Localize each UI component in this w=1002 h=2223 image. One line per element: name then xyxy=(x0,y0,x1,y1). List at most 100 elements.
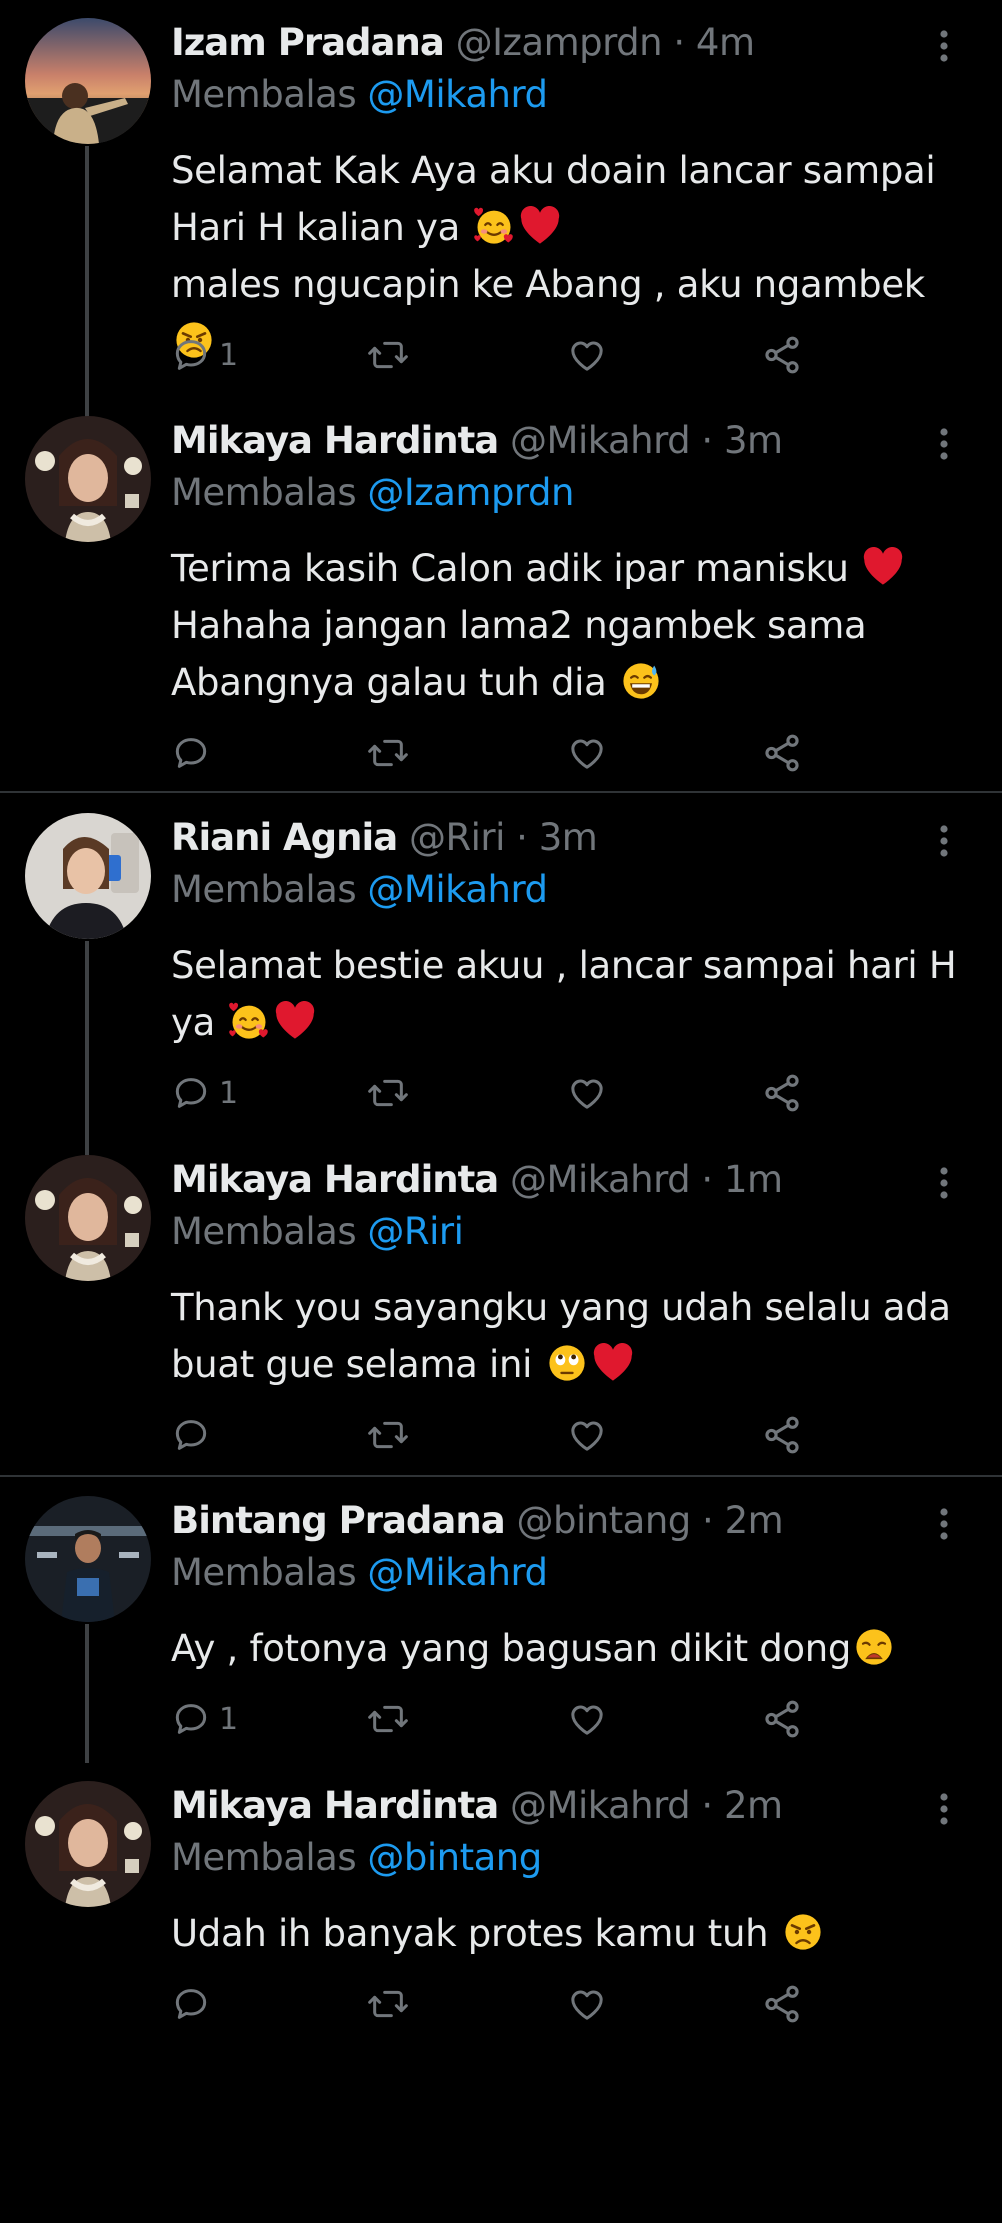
mention-link[interactable]: @Mikahrd xyxy=(367,868,548,911)
reply-feed: Izam Pradana @Izamprdn · 4m Membalas @Mik… xyxy=(0,0,1002,2048)
reply-button[interactable] xyxy=(171,728,211,778)
tweet-text-line: ya xyxy=(171,1001,215,1044)
share-button[interactable] xyxy=(761,330,803,380)
author-handle[interactable]: @Riri xyxy=(409,816,505,859)
author-name[interactable]: Bintang Pradana xyxy=(171,1499,506,1542)
reply-button[interactable] xyxy=(171,1979,211,2029)
like-button[interactable] xyxy=(566,330,608,380)
separator-dot: · xyxy=(690,1158,724,1201)
author-handle[interactable]: @Mikahrd xyxy=(510,1158,691,1201)
avatar[interactable] xyxy=(25,1155,151,1281)
like-button[interactable] xyxy=(566,1694,608,1744)
avatar[interactable] xyxy=(25,1781,151,1907)
more-options-icon[interactable] xyxy=(936,823,952,863)
tweet-text-line: Ay , fotonya yang bagusan dikit dong xyxy=(171,1627,852,1670)
share-button[interactable] xyxy=(761,1979,803,2029)
tweet-text: Thank you sayangku yang udah selalu ada b… xyxy=(171,1279,971,1393)
heart-icon xyxy=(566,1984,608,2024)
heart-icon xyxy=(566,1415,608,1455)
tweet-text: Terima kasih Calon adik ipar manisku Hah… xyxy=(171,540,971,711)
mention-link[interactable]: @Mikahrd xyxy=(367,1551,548,1594)
avatar[interactable] xyxy=(25,813,151,939)
reply-count: 1 xyxy=(219,337,239,373)
share-icon xyxy=(761,1983,803,2025)
tweet-text-line: buat gue selama ini xyxy=(171,1343,533,1386)
thread-divider xyxy=(0,791,1002,793)
share-icon xyxy=(761,1698,803,1740)
replying-to: Membalas @bintang xyxy=(171,1833,542,1883)
replying-to-label: Membalas xyxy=(171,1551,357,1594)
reply-icon xyxy=(171,1073,211,1113)
retweet-button[interactable] xyxy=(366,1068,410,1118)
share-button[interactable] xyxy=(761,1410,803,1460)
more-options-icon[interactable] xyxy=(936,28,952,68)
tweet-header: Riani Agnia @Riri · 3m xyxy=(171,813,598,863)
retweet-button[interactable] xyxy=(366,1694,410,1744)
tweet-header: Mikaya Hardinta @Mikahrd · 1m xyxy=(171,1155,783,1205)
more-options-icon[interactable] xyxy=(936,426,952,466)
like-button[interactable] xyxy=(566,1979,608,2029)
more-options-icon[interactable] xyxy=(936,1506,952,1546)
author-name[interactable]: Riani Agnia xyxy=(171,816,398,859)
reply-icon xyxy=(171,733,211,773)
tweet-actions xyxy=(171,1410,811,1460)
tweet-text: Ay , fotonya yang bagusan dikit dong xyxy=(171,1620,971,1677)
share-button[interactable] xyxy=(761,1694,803,1744)
tweet-time[interactable]: 2m xyxy=(724,1784,783,1827)
retweet-button[interactable] xyxy=(366,1979,410,2029)
tweet[interactable]: Izam Pradana @Izamprdn · 4m Membalas @Mik… xyxy=(0,0,1002,460)
share-icon xyxy=(761,732,803,774)
author-name[interactable]: Mikaya Hardinta xyxy=(171,419,499,462)
share-button[interactable] xyxy=(761,1068,803,1118)
avatar[interactable] xyxy=(25,18,151,144)
replying-to-label: Membalas xyxy=(171,1836,357,1879)
replying-to: Membalas @Mikahrd xyxy=(171,1548,548,1598)
tweet-time[interactable]: 4m xyxy=(696,21,755,64)
tweet[interactable]: Mikaya Hardinta @Mikahrd · 3m Membalas @I… xyxy=(0,398,1002,858)
more-options-icon[interactable] xyxy=(936,1165,952,1205)
thread-connector-line xyxy=(85,146,89,420)
tweet-actions: 1 xyxy=(171,1068,811,1118)
tweet-time[interactable]: 3m xyxy=(539,816,598,859)
red-heart-emoji-icon xyxy=(518,204,562,248)
author-name[interactable]: Mikaya Hardinta xyxy=(171,1158,499,1201)
tweet-header: Bintang Pradana @bintang · 2m xyxy=(171,1496,784,1546)
avatar[interactable] xyxy=(25,416,151,542)
like-button[interactable] xyxy=(566,728,608,778)
tweet[interactable]: Mikaya Hardinta @Mikahrd · 2m Membalas @b… xyxy=(0,1763,1002,2223)
mention-link[interactable]: @Izamprdn xyxy=(367,471,574,514)
author-handle[interactable]: @Mikahrd xyxy=(510,1784,691,1827)
mention-link[interactable]: @Riri xyxy=(367,1210,463,1253)
tweet-actions: 1 xyxy=(171,1694,811,1744)
author-handle[interactable]: @bintang xyxy=(516,1499,691,1542)
smiling-face-with-hearts-emoji-icon xyxy=(472,204,516,248)
author-handle[interactable]: @Izamprdn xyxy=(456,21,663,64)
separator-dot: · xyxy=(690,419,724,462)
reply-button[interactable] xyxy=(171,1410,211,1460)
tweet-time[interactable]: 2m xyxy=(725,1499,784,1542)
tweet-time[interactable]: 3m xyxy=(724,419,783,462)
mention-link[interactable]: @bintang xyxy=(367,1836,542,1879)
share-button[interactable] xyxy=(761,728,803,778)
reply-count: 1 xyxy=(219,1075,239,1111)
reply-button[interactable]: 1 xyxy=(171,330,238,380)
like-button[interactable] xyxy=(566,1410,608,1460)
author-name[interactable]: Izam Pradana xyxy=(171,21,445,64)
mention-link[interactable]: @Mikahrd xyxy=(367,73,548,116)
author-handle[interactable]: @Mikahrd xyxy=(510,419,691,462)
more-options-icon[interactable] xyxy=(936,1791,952,1831)
avatar[interactable] xyxy=(25,1496,151,1622)
red-heart-emoji-icon xyxy=(273,999,317,1043)
author-name[interactable]: Mikaya Hardinta xyxy=(171,1784,499,1827)
tweet-actions xyxy=(171,728,811,778)
reply-button[interactable]: 1 xyxy=(171,1068,238,1118)
like-button[interactable] xyxy=(566,1068,608,1118)
replying-to-label: Membalas xyxy=(171,1210,357,1253)
retweet-button[interactable] xyxy=(366,1410,410,1460)
replying-to-label: Membalas xyxy=(171,471,357,514)
retweet-button[interactable] xyxy=(366,330,410,380)
tweet-time[interactable]: 1m xyxy=(724,1158,783,1201)
tweet-text: Selamat bestie akuu , lancar sampai hari… xyxy=(171,937,971,1051)
retweet-button[interactable] xyxy=(366,728,410,778)
reply-button[interactable]: 1 xyxy=(171,1694,238,1744)
